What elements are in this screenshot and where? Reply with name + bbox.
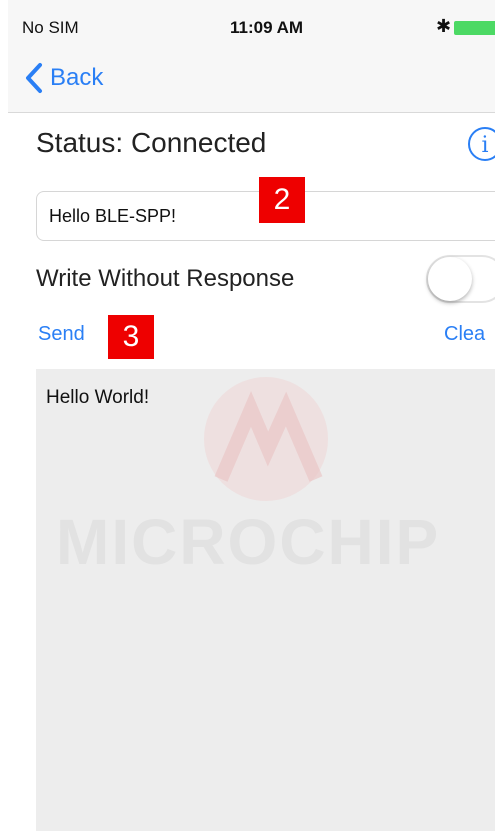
back-label: Back bbox=[50, 64, 104, 91]
bluetooth-icon: ✱ bbox=[436, 16, 452, 36]
battery-icon bbox=[454, 21, 495, 35]
clear-button[interactable]: Clea bbox=[444, 323, 485, 346]
callout-badge-2: 2 bbox=[259, 177, 305, 223]
main-content: Status: Connected i Write Without Respon… bbox=[8, 113, 495, 831]
phone-screen: No SIM 11:09 AM ✱ Back Status: Connected… bbox=[8, 0, 495, 831]
watermark-text: MICROCHIP bbox=[56, 506, 440, 578]
navigation-bar: Back bbox=[8, 50, 495, 113]
back-button[interactable]: Back bbox=[22, 58, 103, 98]
send-button[interactable]: Send bbox=[38, 323, 85, 346]
output-textview[interactable]: MICROCHIP Hello World! bbox=[36, 369, 495, 831]
connection-status: Status: Connected bbox=[36, 127, 267, 158]
carrier-label: No SIM bbox=[22, 18, 79, 37]
callout-badge-3: 3 bbox=[108, 315, 154, 359]
output-text: Hello World! bbox=[46, 387, 150, 408]
status-bar: No SIM 11:09 AM ✱ bbox=[8, 0, 495, 50]
toggle-knob bbox=[428, 257, 472, 301]
info-icon[interactable]: i bbox=[468, 127, 495, 161]
microchip-logo-watermark: MICROCHIP bbox=[56, 377, 440, 578]
write-without-response-toggle[interactable] bbox=[426, 255, 495, 303]
chevron-left-icon bbox=[26, 63, 42, 93]
write-without-response-label: Write Without Response bbox=[36, 265, 295, 292]
clock: 11:09 AM bbox=[230, 18, 304, 37]
